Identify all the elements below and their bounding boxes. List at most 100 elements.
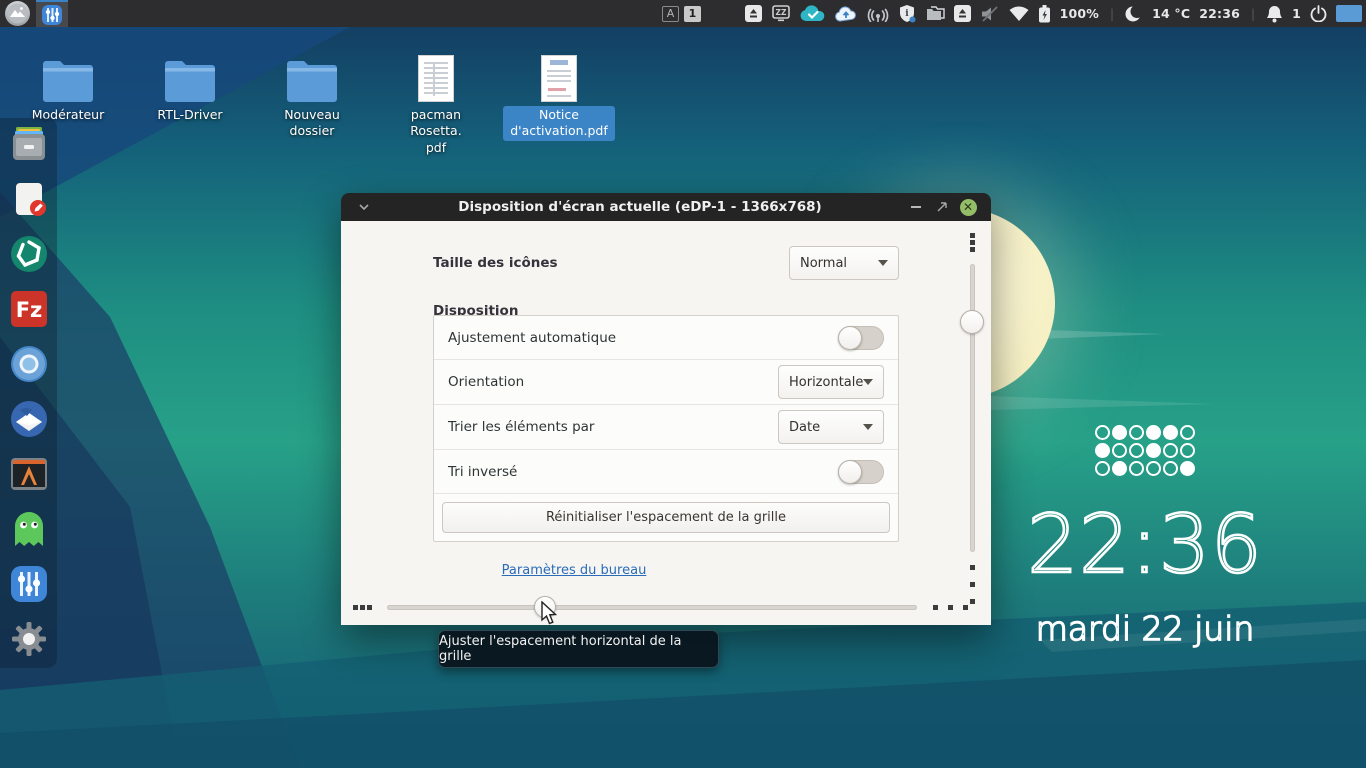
- dock-audio-mixer[interactable]: [10, 565, 48, 603]
- desktop-icon-pacman-rosetta-pdf[interactable]: pacman Rosetta.pdf: [378, 50, 494, 157]
- power-icon[interactable]: [1310, 5, 1327, 22]
- dialog-title: Disposition d'écran actuelle (eDP-1 - 13…: [377, 199, 903, 215]
- folder-icon: [285, 50, 339, 102]
- minimize-button[interactable]: [903, 206, 929, 208]
- mouse-cursor: [540, 601, 559, 626]
- ghost-icon: [11, 510, 47, 548]
- chevron-down-icon: [878, 260, 888, 266]
- selected-icon-label: Noticed'activation.pdf: [503, 106, 615, 141]
- clock-dot: [1146, 461, 1161, 476]
- v-spacing-large-icon: [970, 599, 975, 604]
- clock-dot: [1180, 443, 1195, 458]
- desktop-icon-nouveau-dossier[interactable]: Nouveau dossier: [254, 50, 370, 141]
- horizontal-grid-spacing-slider[interactable]: [387, 605, 917, 610]
- top-panel: A 1 ZZ i: [0, 0, 1366, 27]
- workspace-indicator[interactable]: 1: [684, 6, 701, 22]
- dock-text-editor[interactable]: [10, 180, 48, 218]
- pdf-file-icon: [541, 50, 577, 102]
- dock-settings[interactable]: [10, 620, 48, 658]
- safely-remove-icon[interactable]: [745, 5, 762, 22]
- panel-clock[interactable]: 22:36: [1199, 6, 1240, 21]
- v-spacing-small-icon: [970, 247, 975, 252]
- clock-dot: [1095, 425, 1110, 440]
- dock-filezilla[interactable]: Fz: [10, 290, 48, 328]
- clock-dot: [1180, 461, 1195, 476]
- folder-icon: [41, 50, 95, 102]
- orientation-select[interactable]: Horizontale: [778, 365, 884, 399]
- battery-percent-label: 100%: [1060, 6, 1099, 21]
- binary-clock: [1010, 425, 1280, 476]
- network-signal-icon[interactable]: [866, 6, 890, 22]
- dialog-body: Taille des icônes Normal Disposition Aju…: [341, 221, 991, 625]
- dock-ghost-app[interactable]: [10, 510, 48, 548]
- chromium-icon: [10, 345, 48, 383]
- security-shield-icon[interactable]: i: [899, 4, 916, 23]
- dock-archive-manager[interactable]: [10, 125, 48, 163]
- layout-settings-list: Ajustement automatique Orientation Horiz…: [433, 315, 899, 542]
- desktop-settings-link[interactable]: Paramètres du bureau: [502, 563, 647, 578]
- weather-moon-icon[interactable]: [1125, 5, 1143, 23]
- reverse-sort-toggle[interactable]: [838, 460, 884, 484]
- auto-arrange-toggle[interactable]: [838, 326, 884, 350]
- cloud-upload-icon[interactable]: [835, 6, 857, 22]
- svg-text:Fz: Fz: [15, 298, 42, 322]
- clock-dot: [1146, 443, 1161, 458]
- notification-bell-icon[interactable]: [1266, 5, 1283, 23]
- dock: Fz: [0, 118, 57, 668]
- window-menu-button[interactable]: [351, 204, 377, 210]
- auto-arrange-row: Ajustement automatique: [434, 316, 898, 359]
- clock-dot: [1163, 443, 1178, 458]
- icon-size-select[interactable]: Normal: [789, 246, 899, 280]
- clock-dot: [1095, 443, 1110, 458]
- reset-grid-spacing-button[interactable]: Réinitialiser l'espacement de la grille: [442, 502, 890, 533]
- sort-by-select[interactable]: Date: [778, 410, 884, 444]
- v-spacing-large-icon: [970, 565, 975, 570]
- applications-menu-button[interactable]: [5, 1, 30, 26]
- show-desktop-button[interactable]: [1336, 5, 1362, 22]
- vertical-slider-handle[interactable]: [960, 310, 984, 334]
- audio-muted-icon[interactable]: [980, 6, 1000, 22]
- folder-icon: [163, 50, 217, 102]
- battery-charging-icon[interactable]: [1038, 5, 1051, 23]
- mixer-sliders-icon: [10, 565, 48, 603]
- dock-screenshot-tool[interactable]: [10, 235, 48, 273]
- wifi-icon[interactable]: [1009, 6, 1029, 21]
- cloud-sync-done-icon[interactable]: [800, 5, 826, 23]
- display-settings-icon: [41, 4, 63, 26]
- clock-dot: [1146, 425, 1161, 440]
- eject-drive-icon[interactable]: [954, 5, 971, 22]
- icon-size-label: Taille des icônes: [433, 255, 558, 271]
- close-button[interactable]: ✕: [955, 199, 981, 216]
- clock-dot: [1112, 461, 1127, 476]
- svg-text:ZZ: ZZ: [775, 8, 786, 17]
- notification-count: 1: [1292, 6, 1301, 21]
- vertical-grid-spacing-slider[interactable]: [970, 264, 975, 552]
- archive-manager-icon: [10, 125, 48, 163]
- reverse-sort-row: Tri inversé: [434, 449, 898, 493]
- dock-thunderbird[interactable]: [10, 400, 48, 438]
- screensaver-inhibit-icon[interactable]: ZZ: [771, 5, 791, 23]
- dialog-titlebar[interactable]: Disposition d'écran actuelle (eDP-1 - 13…: [341, 193, 991, 221]
- dock-terminal-arch[interactable]: [10, 455, 48, 493]
- v-spacing-large-icon: [970, 582, 975, 587]
- h-spacing-large-icon: [948, 605, 953, 610]
- widget-date: mardi 22 juin: [1010, 609, 1280, 648]
- h-spacing-large-icon: [933, 605, 938, 610]
- display-layout-dialog: Disposition d'écran actuelle (eDP-1 - 13…: [341, 193, 991, 625]
- v-spacing-small-icon: [970, 240, 975, 245]
- clock-dot: [1112, 443, 1127, 458]
- filezilla-icon: Fz: [10, 290, 48, 328]
- h-spacing-small-icon: [367, 605, 372, 610]
- h-spacing-small-icon: [353, 605, 358, 610]
- maximize-button[interactable]: [929, 202, 955, 212]
- dock-chromium[interactable]: [10, 345, 48, 383]
- desktop-icon-moderateur[interactable]: Modérateur: [10, 50, 126, 124]
- keyboard-layout-indicator[interactable]: A: [662, 6, 679, 22]
- desktop-icon-rtl-driver[interactable]: RTL-Driver: [132, 50, 248, 124]
- gear-icon: [10, 620, 48, 658]
- chevron-down-icon: [863, 379, 873, 385]
- clipboard-manager-icon[interactable]: [925, 6, 945, 22]
- desktop-icon-notice-activation-pdf[interactable]: Noticed'activation.pdf: [501, 50, 617, 141]
- weather-temp-label: 14 °C: [1152, 6, 1190, 21]
- taskbar-active-window-button[interactable]: [36, 0, 68, 27]
